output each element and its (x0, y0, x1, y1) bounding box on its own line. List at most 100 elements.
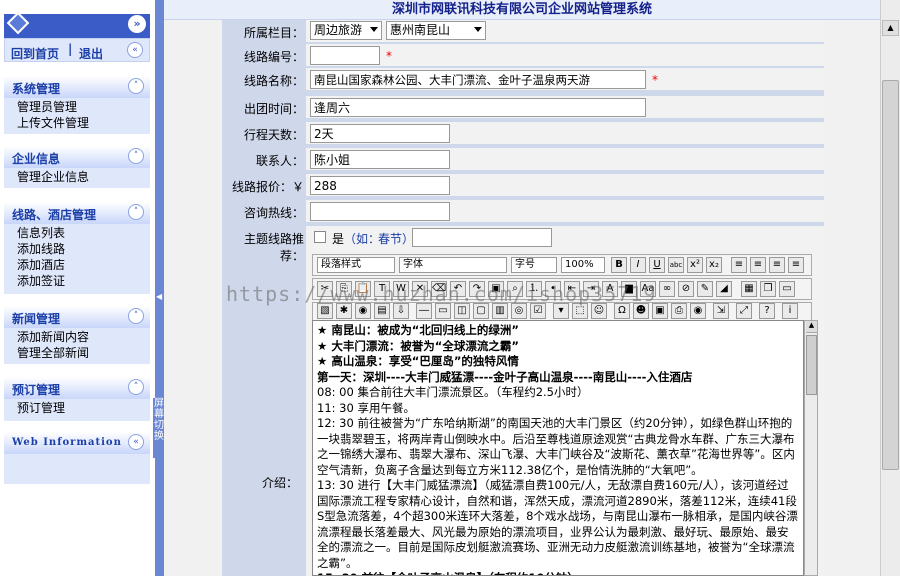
table-icon[interactable]: ▦ (741, 281, 757, 297)
menu-item-booking[interactable]: 预订管理 (4, 399, 150, 416)
page-scrollbar[interactable]: ▲ (880, 0, 900, 576)
form-row-recommend: 主题线路推荐： 是 （如： 春节 ） (222, 226, 824, 263)
required-mark: * (652, 73, 658, 87)
form-row-category: 所属栏目： 周边旅游 惠州南昆山 (222, 20, 824, 43)
menu-item-manage-news[interactable]: 管理全部新闻 (4, 345, 150, 361)
home-link[interactable]: 回到首页 (11, 45, 59, 62)
zoom-select[interactable]: 100% (561, 257, 605, 273)
days-label: 行程天数： (243, 128, 304, 142)
collapse-section-icon[interactable]: ˄ (128, 308, 144, 324)
print-icon[interactable]: ⎙ (671, 303, 687, 319)
editor-scrollbar[interactable]: ▲ (804, 320, 818, 576)
route-no-input[interactable] (310, 46, 380, 65)
subcategory-select-value: 惠州南昆山 (390, 23, 451, 37)
paragraph-style-select[interactable]: 段落样式 (317, 257, 395, 273)
contact-input[interactable]: 陈小姐 (310, 150, 450, 169)
scroll-up-icon[interactable]: ▲ (806, 321, 817, 333)
font-size-select[interactable]: 字号 (511, 257, 557, 273)
category-select[interactable]: 周边旅游 (310, 21, 382, 40)
hotline-label: 咨询热线： (243, 206, 304, 220)
menu-section-header[interactable]: 预订管理 ˄ (4, 377, 150, 399)
link-icon[interactable]: ∞ (659, 281, 675, 297)
form-row-days: 行程天数： 2天 (222, 122, 824, 145)
format-brush-icon[interactable]: ◢ (716, 281, 732, 297)
menu-item-admin[interactable]: 管理员管理 (4, 98, 150, 115)
menu-item-add-route[interactable]: 添加线路 (4, 241, 150, 257)
editor-paragraph: 11: 30 享用午餐。 (317, 400, 415, 415)
help-icon[interactable]: ? (759, 303, 775, 319)
menu-section-header[interactable]: 系统管理 ˄ (4, 76, 150, 98)
font-select[interactable]: 字体 (399, 257, 507, 273)
form-row-price: 线路报价：￥ 288 (222, 174, 824, 197)
days-input[interactable]: 2天 (310, 124, 450, 143)
superscript-icon[interactable]: x² (687, 257, 703, 273)
form-row-contact: 联系人： 陈小姐 (222, 148, 824, 171)
align-left-icon[interactable]: ≡ (731, 257, 747, 273)
fullscreen-icon[interactable]: ⤢ (736, 303, 752, 319)
menu-item-add-hotel[interactable]: 添加酒店 (4, 257, 150, 273)
expand-section-icon[interactable]: « (128, 434, 144, 450)
align-justify-icon[interactable]: ≡ (788, 257, 804, 273)
recommend-checkbox[interactable] (314, 231, 326, 243)
menu-item-add-visa[interactable]: 添加签证 (4, 273, 150, 289)
quick-toggle-icon[interactable]: « (127, 42, 143, 58)
recommend-input[interactable] (412, 228, 552, 247)
highlight-icon[interactable]: ✎ (697, 281, 713, 297)
subscript-icon[interactable]: x₂ (706, 257, 722, 273)
form-row-departure: 出团时间： 逢周六 (222, 96, 824, 119)
chevron-down-icon (370, 27, 378, 32)
bold-icon[interactable]: B (611, 257, 627, 273)
collapse-section-icon[interactable]: ˄ (128, 379, 144, 395)
page-scroll-thumb[interactable] (882, 80, 899, 470)
menu-section-booking: 预订管理 ˄ 预订管理 (4, 377, 150, 421)
form-cell: 2天 (306, 122, 824, 144)
departure-input[interactable]: 逢周六 (310, 98, 646, 117)
menu-item-upload[interactable]: 上传文件管理 (4, 115, 150, 131)
logout-link[interactable]: 退出 (79, 45, 103, 62)
required-mark: * (386, 49, 392, 63)
strikethrough-icon[interactable]: abc (668, 257, 684, 273)
form-row-route-no: 线路编号： * (222, 44, 824, 67)
collapse-section-icon[interactable]: ˄ (128, 204, 144, 220)
menu-item-company-info[interactable]: 管理企业信息 (4, 168, 150, 185)
export-icon[interactable]: ⇲ (713, 303, 729, 319)
unlink-icon[interactable]: ⊘ (678, 281, 694, 297)
layer-icon[interactable]: ❐ (760, 281, 776, 297)
menu-section-header[interactable]: 企业信息 ˄ (4, 146, 150, 168)
frame-icon[interactable]: ▭ (779, 281, 795, 297)
menu-item-add-news[interactable]: 添加新闻内容 (4, 328, 150, 345)
collapse-sidebar-icon[interactable]: » (128, 15, 146, 33)
italic-icon[interactable]: I (630, 257, 646, 273)
preview-icon[interactable]: ◉ (690, 303, 706, 319)
menu-section-company: 企业信息 ˄ 管理企业信息 (4, 146, 150, 188)
menu-section-title: 预订管理 (12, 383, 61, 397)
quick-links: 回到首页 | 退出 « (4, 38, 150, 62)
category-select-value: 周边旅游 (314, 23, 363, 37)
scroll-up-icon[interactable]: ▲ (882, 20, 899, 36)
collapse-section-icon[interactable]: ˄ (128, 78, 144, 94)
editor-paragraph: 08: 00 集合前往大丰门漂流景区。（车程约2.5小时） (317, 385, 589, 399)
align-right-icon[interactable]: ≡ (769, 257, 785, 273)
editor-paragraph: ★ 南昆山：被成为“北回归线上的绿洲” (317, 323, 519, 337)
subcategory-select[interactable]: 惠州南昆山 (386, 21, 486, 40)
menu-section-header[interactable]: 线路、酒店管理 ˄ (4, 202, 150, 224)
price-input[interactable]: 288 (310, 176, 450, 195)
underline-icon[interactable]: U (649, 257, 665, 273)
editor-content[interactable]: ★ 南昆山：被成为“北回归线上的绿洲” ★ 大丰门漂流：被誉为“全球漂流之霸” ★ … (312, 320, 804, 576)
collapse-section-icon[interactable]: ˄ (128, 148, 144, 164)
menu-section-title: Web Information (12, 437, 122, 448)
route-name-input[interactable]: 南昆山国家森林公园、大丰门漂流、金叶子温泉两天游 (310, 70, 646, 89)
info-icon[interactable]: i (782, 303, 798, 319)
hotline-input[interactable] (310, 202, 450, 221)
zoom-value: 100% (565, 259, 594, 270)
logo-icon (6, 11, 30, 35)
menu-section-header[interactable]: Web Information « (4, 432, 150, 454)
recommend-hint-open: （如： (344, 232, 381, 246)
menu-section-header[interactable]: 新闻管理 ˄ (4, 306, 150, 328)
editor-paragraph: 第一天：深圳----大丰门威猛漂----金叶子高山温泉----南昆山----入住… (317, 369, 693, 384)
editor-scroll-thumb[interactable] (806, 335, 817, 395)
menu-item-info-list[interactable]: 信息列表 (4, 224, 150, 241)
align-center-icon[interactable]: ≡ (750, 257, 766, 273)
splitter-arrow-icon[interactable]: ◀ (156, 292, 162, 301)
sidebar-splitter[interactable]: ◀ (155, 0, 164, 576)
